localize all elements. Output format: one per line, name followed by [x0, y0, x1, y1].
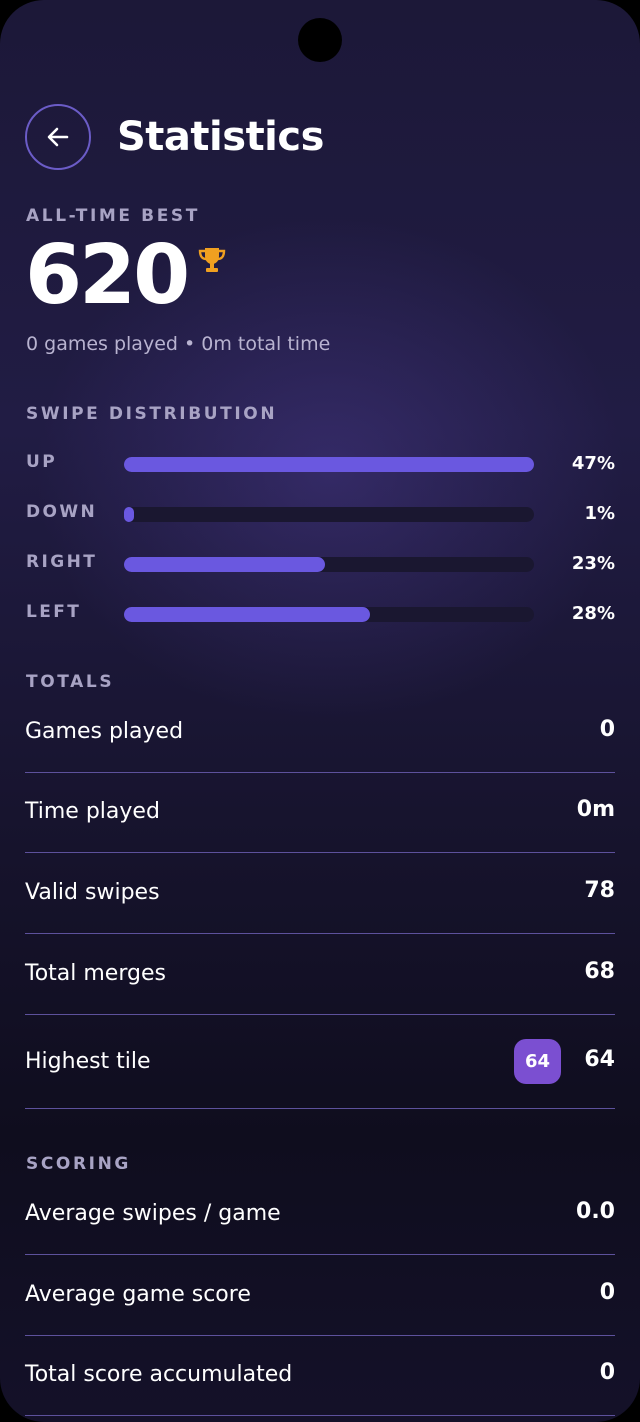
direction-label: UP: [26, 452, 58, 472]
stat-label: Games played: [25, 719, 184, 744]
all-time-best-label: ALL-TIME BEST: [26, 206, 200, 226]
direction-label: LEFT: [26, 602, 82, 622]
direction-label: RIGHT: [26, 552, 98, 572]
stat-value: 0.0: [576, 1199, 615, 1224]
stat-label: Valid swipes: [25, 880, 160, 905]
highest-tile-badge: 64: [514, 1039, 561, 1084]
stat-label: Time played: [25, 799, 160, 824]
totals-label: TOTALS: [26, 672, 115, 692]
distribution-row-left: LEFT 28%: [25, 602, 615, 626]
stat-row-time-played: Time played 0m: [25, 773, 615, 853]
stat-row-average-swipes: Average swipes / game 0.0: [25, 1175, 615, 1255]
distribution-bar-up: [124, 457, 534, 472]
distribution-track: [124, 507, 534, 522]
back-button[interactable]: [25, 104, 91, 170]
direction-percent: 47%: [571, 453, 615, 474]
best-summary: 0 games played • 0m total time: [26, 333, 331, 355]
page-title: Statistics: [117, 114, 324, 160]
distribution-bar-right: [124, 557, 325, 572]
camera-cutout: [298, 18, 342, 62]
best-score: 620: [25, 228, 190, 323]
direction-percent: 1%: [584, 503, 615, 524]
stat-row-highest-tile: Highest tile 64 64: [25, 1016, 615, 1109]
stat-value: 0: [599, 1360, 615, 1385]
direction-percent: 28%: [571, 603, 615, 624]
stat-row-total-score: Total score accumulated 0: [25, 1336, 615, 1416]
arrow-left-icon: [47, 127, 69, 147]
stat-label: Average swipes / game: [25, 1201, 281, 1226]
stat-value: 0: [599, 1280, 615, 1305]
stat-value: 64: [584, 1047, 615, 1072]
stat-value: 68: [584, 959, 615, 984]
stat-row-games-played: Games played 0: [25, 693, 615, 773]
scoring-label: SCORING: [26, 1154, 131, 1174]
distribution-track: [124, 557, 534, 572]
stat-value: 0: [599, 717, 615, 742]
direction-label: DOWN: [26, 502, 98, 522]
distribution-track: [124, 457, 534, 472]
trophy-icon: [198, 248, 226, 272]
app-screen: Statistics ALL-TIME BEST 620 0 games pla…: [0, 0, 640, 1422]
stat-label: Average game score: [25, 1282, 251, 1307]
header: Statistics: [25, 103, 324, 171]
swipe-distribution-label: SWIPE DISTRIBUTION: [26, 404, 278, 424]
stat-value: 78: [584, 878, 615, 903]
stat-value: 0m: [576, 797, 615, 822]
distribution-row-down: DOWN 1%: [25, 502, 615, 526]
stat-label: Total score accumulated: [25, 1362, 293, 1387]
distribution-row-right: RIGHT 23%: [25, 552, 615, 576]
stat-row-average-score: Average game score 0: [25, 1256, 615, 1336]
stat-row-total-merges: Total merges 68: [25, 935, 615, 1015]
stat-label: Total merges: [25, 961, 166, 986]
distribution-track: [124, 607, 534, 622]
direction-percent: 23%: [571, 553, 615, 574]
distribution-bar-left: [124, 607, 370, 622]
distribution-bar-down: [124, 507, 134, 522]
distribution-row-up: UP 47%: [25, 452, 615, 476]
stat-row-valid-swipes: Valid swipes 78: [25, 854, 615, 934]
stat-label: Highest tile: [25, 1049, 151, 1074]
